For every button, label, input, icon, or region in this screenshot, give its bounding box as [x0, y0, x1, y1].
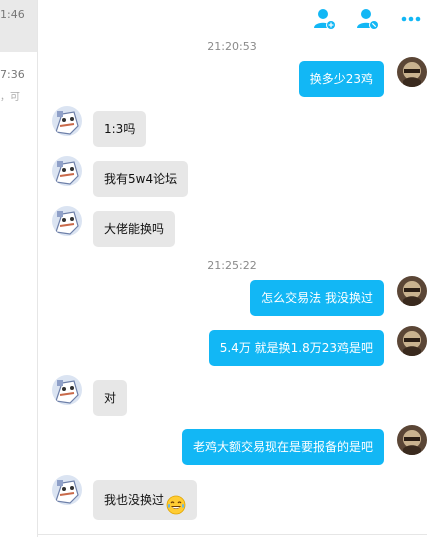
message-timestamp: 21:20:53 [207, 40, 257, 53]
message-bubble-outgoing[interactable]: 老鸡大额交易现在是要报备的是吧 [181, 429, 384, 465]
my-avatar[interactable] [397, 425, 427, 455]
contact-avatar[interactable] [52, 156, 82, 186]
tears-of-joy-emoji-icon [166, 491, 186, 514]
add-member-icon[interactable] [312, 6, 338, 32]
more-options-icon[interactable] [398, 6, 424, 32]
message-bubble-outgoing[interactable]: 怎么交易法 我没换过 [250, 280, 384, 316]
my-avatar[interactable] [397, 276, 427, 306]
contact-avatar[interactable] [52, 475, 82, 505]
my-avatar[interactable] [397, 57, 427, 87]
message-bubble-incoming[interactable]: 我也没换过 [93, 480, 198, 520]
message-bubble-incoming[interactable]: 大佬能换吗 [93, 211, 176, 247]
conversation-time: 7:36 [0, 68, 25, 81]
my-avatar[interactable] [397, 326, 427, 356]
contact-avatar[interactable] [52, 375, 82, 405]
message-bubble-incoming[interactable]: 对 [93, 380, 128, 416]
message-text: 我也没换过 [104, 493, 165, 507]
message-bubble-outgoing[interactable]: 换多少23鸡 [298, 61, 384, 97]
remove-member-icon[interactable] [355, 6, 381, 32]
message-bubble-outgoing[interactable]: 5.4万 就是换1.8万23鸡是吧 [208, 330, 384, 366]
conversation-snippet: ，可 [0, 92, 20, 103]
message-bubble-incoming[interactable]: 我有5w4论坛 [93, 161, 189, 197]
message-timestamp: 21:25:22 [207, 259, 257, 272]
contact-avatar[interactable] [52, 206, 82, 236]
conversation-list: 1:46 7:36 ，可 [0, 0, 38, 537]
message-bubble-incoming[interactable]: 1:3吗 [93, 111, 147, 147]
divider [37, 534, 427, 535]
conversation-time: 1:46 [0, 8, 25, 21]
contact-avatar[interactable] [52, 106, 82, 136]
